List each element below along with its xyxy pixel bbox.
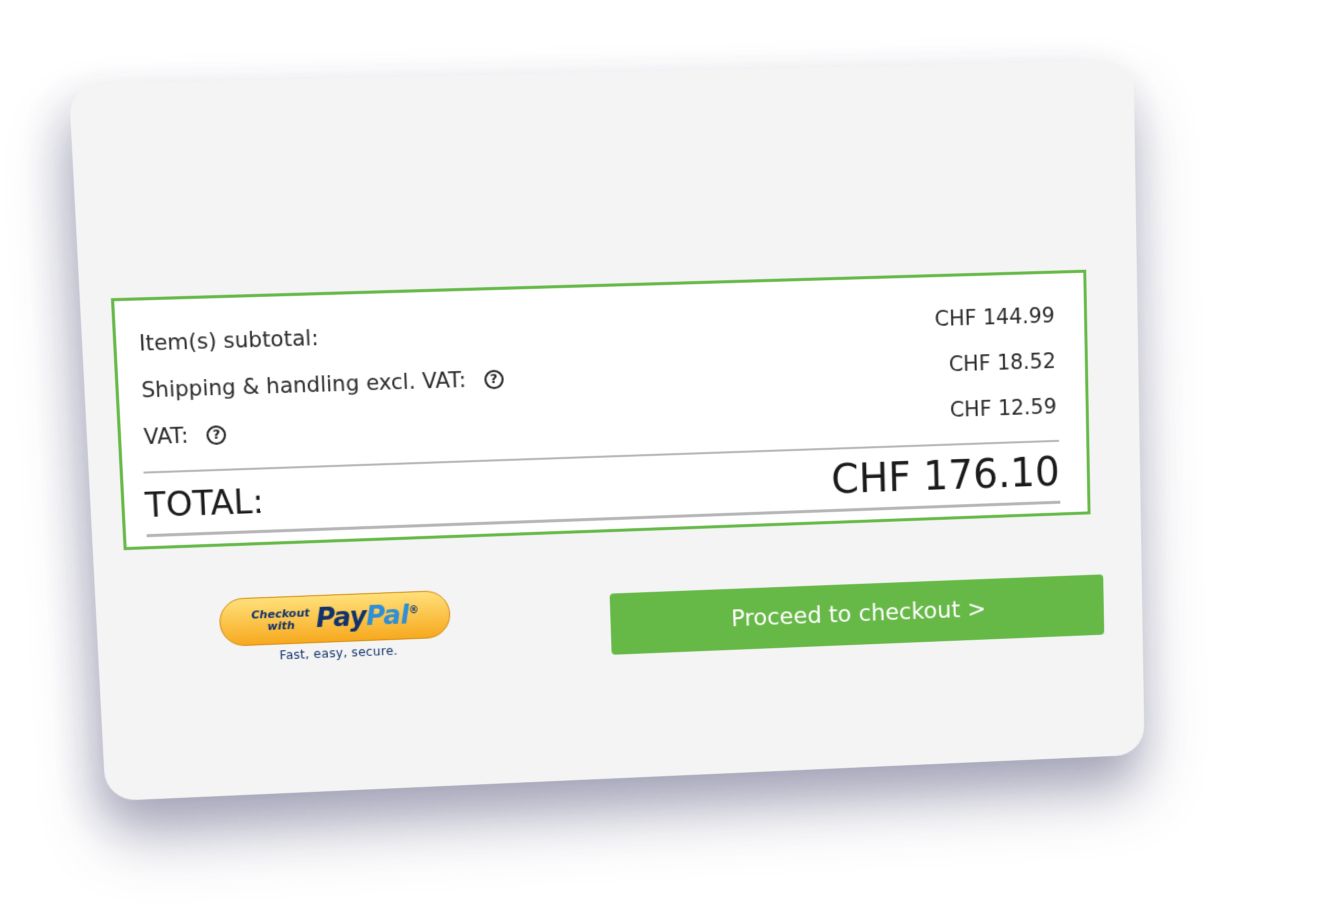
paypal-logo-pay: Pay — [315, 602, 366, 634]
shipping-row: Shipping & handling excl. VAT: ? CHF 18.… — [141, 349, 1056, 402]
shipping-help-icon[interactable]: ? — [484, 369, 504, 389]
subtotal-value: CHF 144.99 — [934, 303, 1055, 331]
proceed-to-checkout-button[interactable]: Proceed to checkout > — [610, 574, 1105, 654]
paypal-checkout: Checkout with PayPal® Fast, easy, secure… — [218, 590, 455, 665]
vat-label: VAT: — [143, 423, 189, 449]
subtotal-row: Item(s) subtotal: CHF 144.99 — [139, 303, 1056, 355]
paypal-logo-pal: Pal — [366, 601, 410, 633]
shipping-value: CHF 18.52 — [949, 349, 1056, 376]
paypal-checkout-button[interactable]: Checkout with PayPal® — [218, 590, 451, 647]
stage: Item(s) subtotal: CHF 144.99 Shipping & … — [0, 0, 1326, 923]
paypal-logo-registered: ® — [409, 605, 419, 616]
paypal-logo: PayPal® — [315, 600, 419, 634]
paypal-with-text: with — [252, 619, 311, 633]
order-summary-box: Item(s) subtotal: CHF 144.99 Shipping & … — [111, 270, 1091, 550]
total-value: CHF 176.10 — [831, 450, 1060, 503]
vat-help-icon[interactable]: ? — [206, 425, 226, 445]
cart-summary-card: Item(s) subtotal: CHF 144.99 Shipping & … — [69, 60, 1145, 801]
shipping-label: Shipping & handling excl. VAT: — [141, 368, 467, 403]
total-label: TOTAL: — [144, 481, 264, 525]
vat-value: CHF 12.59 — [950, 395, 1057, 422]
vat-row: VAT: ? CHF 12.59 — [143, 395, 1057, 450]
paypal-checkout-with-text: Checkout with — [251, 608, 310, 633]
total-row: TOTAL: CHF 176.10 — [144, 450, 1060, 528]
shipping-label-group: Shipping & handling excl. VAT: ? — [141, 367, 504, 403]
vat-label-group: VAT: ? — [143, 422, 227, 449]
subtotal-label: Item(s) subtotal: — [139, 326, 319, 356]
